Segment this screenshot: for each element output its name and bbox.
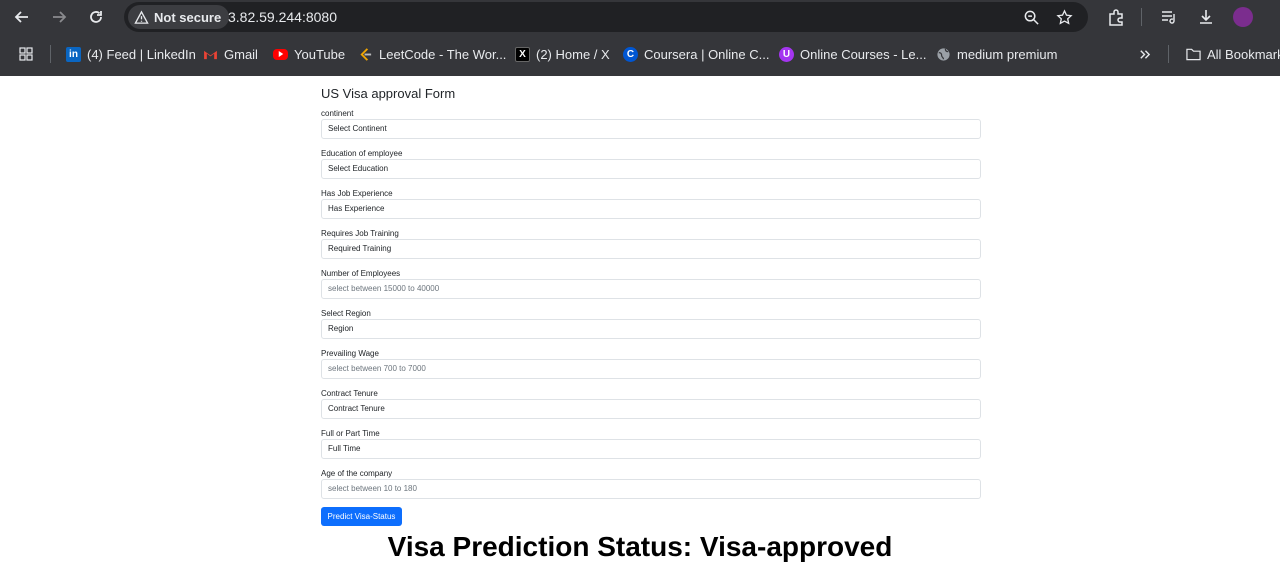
udemy-icon: U xyxy=(779,46,794,62)
bookmark-coursera[interactable]: C Coursera | Online C... xyxy=(623,44,769,64)
zoom-icon[interactable] xyxy=(1021,7,1041,27)
wage-label: Prevailing Wage xyxy=(321,349,379,358)
job-experience-label: Has Job Experience xyxy=(321,189,393,198)
x-icon: X xyxy=(515,46,530,62)
toolbar-divider xyxy=(1141,8,1142,26)
all-bookmarks-folder[interactable]: All Bookmarks xyxy=(1186,44,1280,64)
bookmark-label: Coursera | Online C... xyxy=(644,46,770,62)
gmail-icon xyxy=(203,47,218,62)
extensions-icon[interactable] xyxy=(1105,6,1127,28)
reading-list-icon[interactable] xyxy=(1158,6,1180,28)
full-part-time-label: Full or Part Time xyxy=(321,429,380,438)
wage-input[interactable]: select between 700 to 7000 xyxy=(321,359,981,379)
globe-icon xyxy=(936,47,951,62)
bookmark-label: LeetCode - The Wor... xyxy=(379,46,507,62)
folder-icon xyxy=(1186,47,1201,62)
continent-select[interactable]: Select Continent xyxy=(321,119,981,139)
bookmark-label: (2) Home / X xyxy=(536,46,610,62)
linkedin-icon: in xyxy=(66,46,81,62)
star-icon[interactable] xyxy=(1054,7,1074,27)
security-label: Not secure xyxy=(154,9,222,25)
company-age-label: Age of the company xyxy=(321,469,393,478)
url-text[interactable]: 3.82.59.244:8080 xyxy=(228,9,337,25)
bookmark-leetcode[interactable]: LeetCode - The Wor... xyxy=(358,44,506,64)
employees-input[interactable]: select between 15000 to 40000 xyxy=(321,279,981,299)
back-icon[interactable] xyxy=(10,5,34,29)
continent-label: continent xyxy=(321,109,354,118)
bookmark-linkedin[interactable]: in (4) Feed | LinkedIn xyxy=(66,44,196,64)
coursera-icon: C xyxy=(623,46,638,62)
youtube-icon xyxy=(273,48,288,60)
region-select[interactable]: Region xyxy=(321,319,981,339)
forward-icon[interactable] xyxy=(47,5,71,29)
region-label: Select Region xyxy=(321,309,371,318)
education-label: Education of employee xyxy=(321,149,403,158)
more-bookmarks-icon[interactable] xyxy=(1138,44,1151,64)
prediction-result: Visa Prediction Status: Visa-approved xyxy=(387,531,893,562)
apps-icon[interactable] xyxy=(18,44,34,64)
bookmarks-divider xyxy=(50,45,51,63)
security-chip[interactable]: Not secure xyxy=(128,5,230,29)
form-title: US Visa approval Form xyxy=(321,86,456,101)
job-experience-select[interactable]: Has Experience xyxy=(321,199,981,219)
leetcode-icon xyxy=(358,47,373,62)
bookmark-label: YouTube xyxy=(294,46,346,62)
address-bar[interactable]: Not secure 3.82.59.244:8080 xyxy=(124,2,1088,32)
bookmark-x[interactable]: X (2) Home / X xyxy=(515,44,610,64)
job-training-select[interactable]: Required Training xyxy=(321,239,981,259)
full-part-time-select[interactable]: Full Time xyxy=(321,439,981,459)
reload-icon[interactable] xyxy=(84,5,108,29)
bookmark-gmail[interactable]: Gmail xyxy=(203,44,258,64)
profile-avatar[interactable] xyxy=(1233,7,1253,27)
all-bookmarks-label: All Bookmarks xyxy=(1207,46,1280,62)
bookmark-udemy[interactable]: U Online Courses - Le... xyxy=(779,44,926,64)
company-age-input[interactable]: select between 10 to 180 xyxy=(321,479,981,499)
bookmarks-divider-right xyxy=(1168,45,1169,63)
bookmark-label: Gmail xyxy=(224,46,258,62)
bookmark-medium[interactable]: medium premium xyxy=(936,44,1057,64)
bookmark-label: (4) Feed | LinkedIn xyxy=(87,46,196,62)
browser-toolbar: Not secure 3.82.59.244:8080 xyxy=(0,0,1280,34)
warning-icon xyxy=(134,9,149,25)
employees-label: Number of Employees xyxy=(321,269,401,278)
bookmark-label: medium premium xyxy=(957,46,1058,62)
bookmark-youtube[interactable]: YouTube xyxy=(273,44,345,64)
browser-chrome: Not secure 3.82.59.244:8080 in (4) Feed … xyxy=(0,0,1280,76)
job-training-label: Requires Job Training xyxy=(321,229,399,238)
download-icon[interactable] xyxy=(1195,6,1217,28)
predict-button[interactable]: Predict Visa-Status xyxy=(321,507,402,526)
bookmark-label: Online Courses - Le... xyxy=(800,46,927,62)
contract-tenure-select[interactable]: Contract Tenure xyxy=(321,399,981,419)
education-select[interactable]: Select Education xyxy=(321,159,981,179)
contract-tenure-label: Contract Tenure xyxy=(321,389,378,398)
